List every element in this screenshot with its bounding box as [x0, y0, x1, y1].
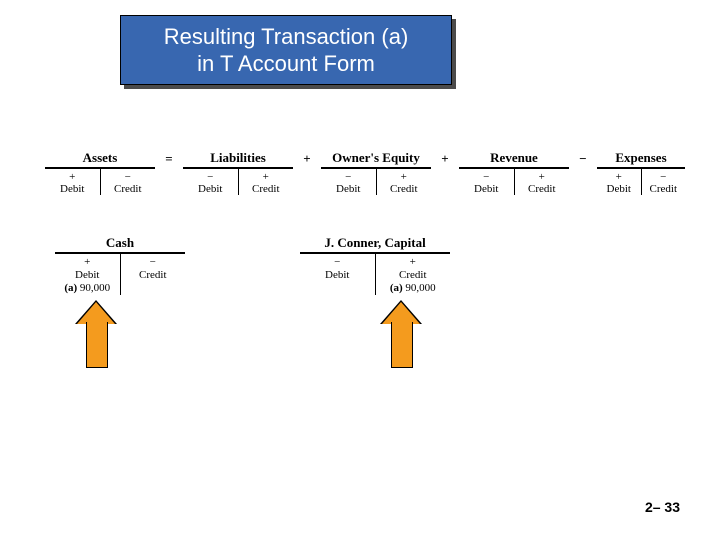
- owners-equity-heading: Owner's Equity: [321, 150, 431, 169]
- cash-entry-value: 90,000: [80, 282, 110, 294]
- title-line-1: Resulting Transaction (a): [121, 23, 451, 51]
- revenue-credit-label: Credit: [515, 183, 570, 195]
- expenses-heading: Expenses: [597, 150, 685, 169]
- capital-minus: −: [300, 256, 375, 269]
- title-line-2: in T Account Form: [121, 50, 451, 78]
- assets-heading: Assets: [45, 150, 155, 169]
- revenue-debit-label: Debit: [459, 183, 514, 195]
- owners-equity-t-account: Owner's Equity − Debit + Credit: [321, 150, 431, 195]
- plus-sign-2: +: [438, 151, 452, 167]
- cash-minus: −: [121, 256, 186, 269]
- oe-debit-label: Debit: [321, 183, 376, 195]
- expenses-t-account: Expenses + Debit − Credit: [597, 150, 685, 195]
- assets-plus: +: [45, 171, 100, 183]
- page-number: 2– 33: [645, 499, 680, 515]
- revenue-t-account: Revenue − Debit + Credit: [459, 150, 569, 195]
- revenue-heading: Revenue: [459, 150, 569, 169]
- oe-credit-label: Credit: [377, 183, 432, 195]
- expenses-minus: −: [642, 171, 686, 183]
- liabilities-debit-label: Debit: [183, 183, 238, 195]
- expenses-credit-label: Credit: [642, 183, 686, 195]
- capital-account: J. Conner, Capital − Debit + Credit (a) …: [300, 235, 450, 295]
- oe-plus: +: [377, 171, 432, 183]
- accounting-equation-row: Assets + Debit − Credit = Liabilities − …: [45, 150, 685, 240]
- arrow-up-icon: [75, 300, 117, 370]
- revenue-minus: −: [459, 171, 514, 183]
- assets-minus: −: [101, 171, 156, 183]
- plus-sign-1: +: [300, 151, 314, 167]
- assets-credit-label: Credit: [101, 183, 156, 195]
- capital-credit-label: Credit: [376, 269, 451, 282]
- assets-t-account: Assets + Debit − Credit: [45, 150, 155, 195]
- revenue-plus: +: [515, 171, 570, 183]
- cash-entry-label: (a): [64, 282, 77, 294]
- cash-credit-label: Credit: [121, 269, 186, 282]
- arrow-up-icon: [380, 300, 422, 370]
- cash-heading: Cash: [55, 235, 185, 254]
- expenses-debit-label: Debit: [597, 183, 641, 195]
- slide-title: Resulting Transaction (a) in T Account F…: [120, 15, 452, 85]
- capital-entry: (a) 90,000: [376, 281, 451, 295]
- cash-plus: +: [55, 256, 120, 269]
- liabilities-t-account: Liabilities − Debit + Credit: [183, 150, 293, 195]
- equals-sign: =: [162, 151, 176, 167]
- capital-entry-label: (a): [390, 282, 403, 294]
- cash-entry: (a) 90,000: [55, 281, 120, 295]
- liabilities-minus: −: [183, 171, 238, 183]
- capital-entry-value: 90,000: [405, 282, 435, 294]
- liabilities-plus: +: [239, 171, 294, 183]
- capital-debit-label: Debit: [300, 269, 375, 282]
- oe-minus: −: [321, 171, 376, 183]
- minus-sign: −: [576, 151, 590, 167]
- cash-debit-label: Debit: [55, 269, 120, 282]
- capital-plus: +: [376, 256, 451, 269]
- cash-account: Cash + Debit (a) 90,000 − Credit: [55, 235, 185, 295]
- expenses-plus: +: [597, 171, 641, 183]
- capital-heading: J. Conner, Capital: [300, 235, 450, 254]
- liabilities-heading: Liabilities: [183, 150, 293, 169]
- assets-debit-label: Debit: [45, 183, 100, 195]
- liabilities-credit-label: Credit: [239, 183, 294, 195]
